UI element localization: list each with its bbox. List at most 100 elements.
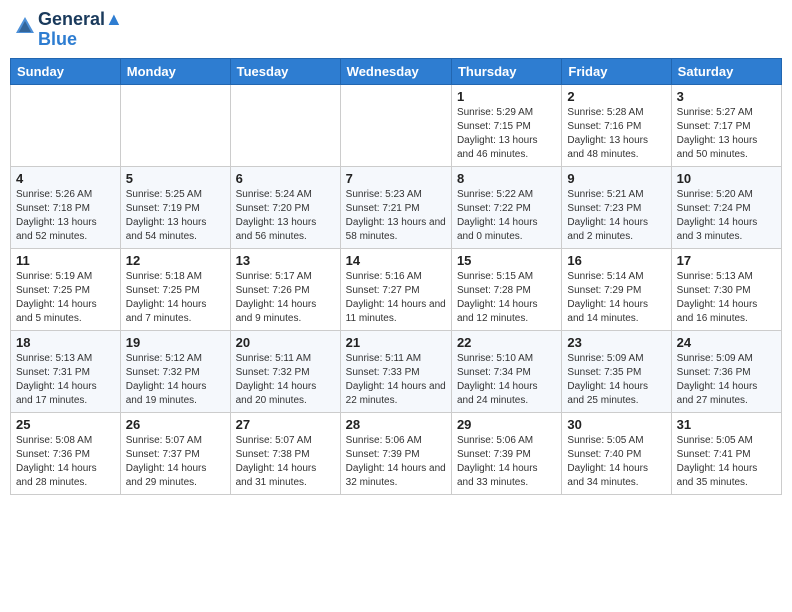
day-number: 17: [677, 253, 776, 268]
day-number: 28: [346, 417, 446, 432]
day-number: 6: [236, 171, 335, 186]
calendar-day: 29 Sunrise: 5:06 AM Sunset: 7:39 PM Dayli…: [451, 412, 561, 494]
calendar-day: 25 Sunrise: 5:08 AM Sunset: 7:36 PM Dayli…: [11, 412, 121, 494]
day-info: Sunrise: 5:23 AM Sunset: 7:21 PM Dayligh…: [346, 188, 446, 244]
logo: General▲Blue: [14, 10, 123, 50]
calendar-day: [120, 84, 230, 166]
calendar-day: [230, 84, 340, 166]
calendar-table: SundayMondayTuesdayWednesdayThursdayFrid…: [10, 58, 782, 495]
day-info: Sunrise: 5:08 AM Sunset: 7:36 PM Dayligh…: [16, 434, 115, 490]
day-number: 24: [677, 335, 776, 350]
calendar-day: 2 Sunrise: 5:28 AM Sunset: 7:16 PM Daylig…: [562, 84, 671, 166]
day-info: Sunrise: 5:29 AM Sunset: 7:15 PM Dayligh…: [457, 106, 556, 162]
calendar-day: 1Sunrise: 5:29 AM Sunset: 7:15 PM Daylig…: [451, 84, 561, 166]
calendar-day: 13 Sunrise: 5:17 AM Sunset: 7:26 PM Dayli…: [230, 248, 340, 330]
calendar-day: 30Sunrise: 5:05 AM Sunset: 7:40 PM Dayli…: [562, 412, 671, 494]
calendar-day: 14Sunrise: 5:16 AM Sunset: 7:27 PM Dayli…: [340, 248, 451, 330]
day-info: Sunrise: 5:28 AM Sunset: 7:16 PM Dayligh…: [567, 106, 665, 162]
day-info: Sunrise: 5:22 AM Sunset: 7:22 PM Dayligh…: [457, 188, 556, 244]
calendar-week-2: 4 Sunrise: 5:26 AM Sunset: 7:18 PM Daylig…: [11, 166, 782, 248]
calendar-day: [11, 84, 121, 166]
calendar-day: 26 Sunrise: 5:07 AM Sunset: 7:37 PM Dayli…: [120, 412, 230, 494]
day-number: 21: [346, 335, 446, 350]
day-number: 11: [16, 253, 115, 268]
day-info: Sunrise: 5:13 AM Sunset: 7:31 PM Dayligh…: [16, 352, 115, 408]
day-info: Sunrise: 5:06 AM Sunset: 7:39 PM Dayligh…: [346, 434, 446, 490]
weekday-header-saturday: Saturday: [671, 58, 781, 84]
weekday-header-monday: Monday: [120, 58, 230, 84]
calendar-day: 19Sunrise: 5:12 AM Sunset: 7:32 PM Dayli…: [120, 330, 230, 412]
day-info: Sunrise: 5:27 AM Sunset: 7:17 PM Dayligh…: [677, 106, 776, 162]
day-info: Sunrise: 5:13 AM Sunset: 7:30 PM Dayligh…: [677, 270, 776, 326]
day-number: 18: [16, 335, 115, 350]
calendar-week-4: 18 Sunrise: 5:13 AM Sunset: 7:31 PM Dayli…: [11, 330, 782, 412]
day-info: Sunrise: 5:26 AM Sunset: 7:18 PM Dayligh…: [16, 188, 115, 244]
day-number: 29: [457, 417, 556, 432]
day-number: 13: [236, 253, 335, 268]
day-number: 19: [126, 335, 225, 350]
day-info: Sunrise: 5:18 AM Sunset: 7:25 PM Dayligh…: [126, 270, 225, 326]
day-number: 4: [16, 171, 115, 186]
day-number: 3: [677, 89, 776, 104]
day-number: 15: [457, 253, 556, 268]
calendar-week-3: 11 Sunrise: 5:19 AM Sunset: 7:25 PM Dayli…: [11, 248, 782, 330]
day-info: Sunrise: 5:11 AM Sunset: 7:32 PM Dayligh…: [236, 352, 335, 408]
day-number: 9: [567, 171, 665, 186]
calendar-day: 15 Sunrise: 5:15 AM Sunset: 7:28 PM Dayli…: [451, 248, 561, 330]
day-info: Sunrise: 5:15 AM Sunset: 7:28 PM Dayligh…: [457, 270, 556, 326]
day-info: Sunrise: 5:24 AM Sunset: 7:20 PM Dayligh…: [236, 188, 335, 244]
calendar-day: 7 Sunrise: 5:23 AM Sunset: 7:21 PM Daylig…: [340, 166, 451, 248]
day-number: 31: [677, 417, 776, 432]
day-info: Sunrise: 5:06 AM Sunset: 7:39 PM Dayligh…: [457, 434, 556, 490]
day-info: Sunrise: 5:07 AM Sunset: 7:38 PM Dayligh…: [236, 434, 335, 490]
day-number: 22: [457, 335, 556, 350]
day-number: 2: [567, 89, 665, 104]
weekday-header-tuesday: Tuesday: [230, 58, 340, 84]
day-info: Sunrise: 5:20 AM Sunset: 7:24 PM Dayligh…: [677, 188, 776, 244]
day-number: 14: [346, 253, 446, 268]
calendar-day: 28 Sunrise: 5:06 AM Sunset: 7:39 PM Dayli…: [340, 412, 451, 494]
calendar-day: 24 Sunrise: 5:09 AM Sunset: 7:36 PM Dayli…: [671, 330, 781, 412]
day-number: 27: [236, 417, 335, 432]
day-number: 10: [677, 171, 776, 186]
calendar-day: [340, 84, 451, 166]
day-number: 7: [346, 171, 446, 186]
calendar-day: 4 Sunrise: 5:26 AM Sunset: 7:18 PM Daylig…: [11, 166, 121, 248]
day-number: 12: [126, 253, 225, 268]
day-number: 16: [567, 253, 665, 268]
calendar-day: 12 Sunrise: 5:18 AM Sunset: 7:25 PM Dayli…: [120, 248, 230, 330]
day-info: Sunrise: 5:05 AM Sunset: 7:40 PM Dayligh…: [567, 434, 665, 490]
day-number: 23: [567, 335, 665, 350]
calendar-day: 17 Sunrise: 5:13 AM Sunset: 7:30 PM Dayli…: [671, 248, 781, 330]
calendar-header-row: SundayMondayTuesdayWednesdayThursdayFrid…: [11, 58, 782, 84]
day-info: Sunrise: 5:09 AM Sunset: 7:36 PM Dayligh…: [677, 352, 776, 408]
day-number: 20: [236, 335, 335, 350]
day-info: Sunrise: 5:07 AM Sunset: 7:37 PM Dayligh…: [126, 434, 225, 490]
calendar-day: 23Sunrise: 5:09 AM Sunset: 7:35 PM Dayli…: [562, 330, 671, 412]
logo-icon: [14, 15, 36, 37]
weekday-header-sunday: Sunday: [11, 58, 121, 84]
day-number: 25: [16, 417, 115, 432]
calendar-week-5: 25 Sunrise: 5:08 AM Sunset: 7:36 PM Dayli…: [11, 412, 782, 494]
calendar-day: 22Sunrise: 5:10 AM Sunset: 7:34 PM Dayli…: [451, 330, 561, 412]
day-number: 5: [126, 171, 225, 186]
calendar-day: 3 Sunrise: 5:27 AM Sunset: 7:17 PM Daylig…: [671, 84, 781, 166]
day-info: Sunrise: 5:11 AM Sunset: 7:33 PM Dayligh…: [346, 352, 446, 408]
day-info: Sunrise: 5:19 AM Sunset: 7:25 PM Dayligh…: [16, 270, 115, 326]
calendar-day: 21 Sunrise: 5:11 AM Sunset: 7:33 PM Dayli…: [340, 330, 451, 412]
day-info: Sunrise: 5:14 AM Sunset: 7:29 PM Dayligh…: [567, 270, 665, 326]
logo-text: General▲Blue: [38, 10, 123, 50]
calendar-day: 31Sunrise: 5:05 AM Sunset: 7:41 PM Dayli…: [671, 412, 781, 494]
weekday-header-thursday: Thursday: [451, 58, 561, 84]
day-info: Sunrise: 5:17 AM Sunset: 7:26 PM Dayligh…: [236, 270, 335, 326]
weekday-header-wednesday: Wednesday: [340, 58, 451, 84]
calendar-day: 8Sunrise: 5:22 AM Sunset: 7:22 PM Daylig…: [451, 166, 561, 248]
calendar-day: 5Sunrise: 5:25 AM Sunset: 7:19 PM Daylig…: [120, 166, 230, 248]
calendar-day: 27 Sunrise: 5:07 AM Sunset: 7:38 PM Dayli…: [230, 412, 340, 494]
calendar-day: 16 Sunrise: 5:14 AM Sunset: 7:29 PM Dayli…: [562, 248, 671, 330]
day-number: 26: [126, 417, 225, 432]
calendar-week-1: 1Sunrise: 5:29 AM Sunset: 7:15 PM Daylig…: [11, 84, 782, 166]
weekday-header-friday: Friday: [562, 58, 671, 84]
calendar-day: 9Sunrise: 5:21 AM Sunset: 7:23 PM Daylig…: [562, 166, 671, 248]
calendar-day: 6 Sunrise: 5:24 AM Sunset: 7:20 PM Daylig…: [230, 166, 340, 248]
